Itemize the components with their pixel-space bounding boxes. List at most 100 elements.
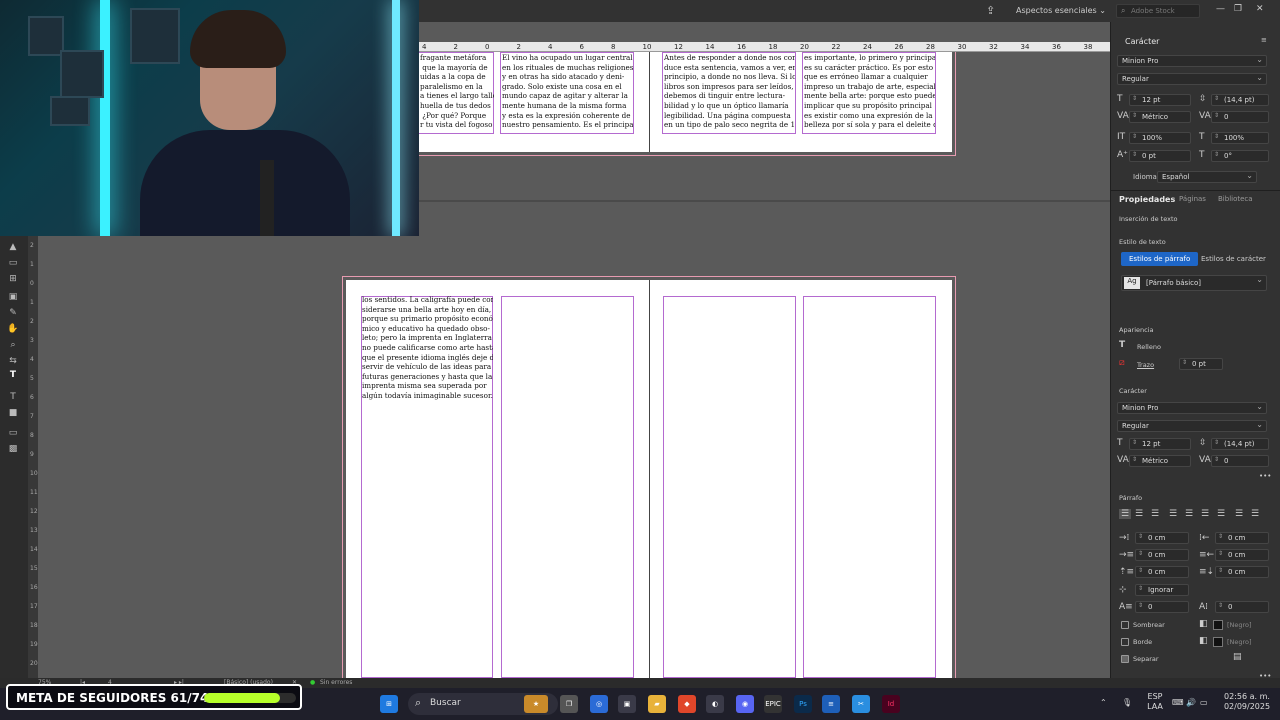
body-text[interactable]: El vino ha ocupado un lugar central en l…: [502, 53, 633, 133]
tab-libraries[interactable]: Biblioteca: [1218, 195, 1253, 203]
tray-overflow-icon[interactable]: ⌃: [1100, 698, 1107, 708]
font-family-select[interactable]: Minion Pro: [1117, 402, 1267, 414]
first-line-indent-field[interactable]: ⇕ 0 cm: [1135, 549, 1189, 561]
vertical-ruler[interactable]: 2 1 0 1 2 3 4 5 6 7 8 9 10 11 12 13 14 15 16 17 18 19 20: [28, 236, 38, 678]
border-checkbox[interactable]: [1121, 638, 1129, 646]
border-color-value[interactable]: [Negro]: [1227, 638, 1252, 646]
tab-paragraph-styles[interactable]: Estilos de párrafo: [1121, 252, 1199, 266]
network-icon[interactable]: ⌨: [1172, 698, 1184, 708]
clock[interactable]: 02:56 a. m. 02/09/2025: [1222, 692, 1272, 712]
close-icon[interactable]: ✕: [1256, 4, 1264, 14]
stroke-icon[interactable]: ⧄: [1119, 358, 1125, 368]
font-size-field[interactable]: ⇕ 12 pt: [1129, 94, 1191, 106]
notepad-icon[interactable]: ≡: [822, 695, 840, 713]
justify-left-icon[interactable]: ☰: [1169, 509, 1177, 519]
preview-mode-icon[interactable]: ▩: [7, 444, 19, 454]
more-options-icon[interactable]: •••: [1259, 472, 1271, 480]
leading-field[interactable]: ⇕ (14,4 pt): [1211, 94, 1269, 106]
file-explorer-icon[interactable]: ▰: [648, 695, 666, 713]
body-text[interactable]: Antes de responder a donde nos con- duce…: [664, 53, 795, 133]
minimize-icon[interactable]: —: [1216, 4, 1225, 14]
store-icon[interactable]: ▣: [618, 695, 636, 713]
hand-tool-icon[interactable]: ✋: [7, 324, 19, 334]
text-frame[interactable]: [663, 296, 796, 678]
gap-tool-icon[interactable]: ⊞: [7, 274, 19, 284]
selection-tool-icon[interactable]: ▲: [7, 242, 19, 252]
workspace-switcher[interactable]: Aspectos esenciales ⌄: [1016, 6, 1106, 15]
stroke-weight-field[interactable]: ⇕ 0 pt: [1179, 358, 1223, 370]
last-line-indent-field[interactable]: ⇕ 0 cm: [1215, 549, 1269, 561]
more-options-icon[interactable]: •••: [1259, 672, 1271, 680]
space-before-field[interactable]: ⇕ 0 cm: [1135, 566, 1189, 578]
pen-tool-icon[interactable]: ✎: [7, 308, 19, 318]
volume-icon[interactable]: 🔊: [1186, 698, 1196, 708]
shading-color-swatch[interactable]: [1213, 620, 1223, 630]
justify-right-icon[interactable]: ☰: [1201, 509, 1209, 519]
tab-pages[interactable]: Páginas: [1179, 195, 1206, 203]
preflight-status[interactable]: Sin errores: [320, 679, 352, 686]
copilot-icon[interactable]: ◎: [590, 695, 608, 713]
justify-center-icon[interactable]: ☰: [1185, 509, 1193, 519]
body-text[interactable]: fragante metáfora que la mayoría de uida…: [420, 53, 494, 133]
drop-cap-lines-field[interactable]: ⇕ 0: [1135, 601, 1189, 613]
align-left-icon[interactable]: ☰: [1119, 509, 1132, 519]
browser-icon[interactable]: ◐: [706, 695, 724, 713]
kerning-field[interactable]: ⇕ Métrico: [1129, 111, 1191, 123]
zoom-tool-icon[interactable]: ⌕: [7, 340, 19, 350]
split-settings-icon[interactable]: ▤: [1233, 652, 1242, 662]
justify-all-icon[interactable]: ☰: [1217, 509, 1225, 519]
photoshop-icon[interactable]: Ps: [794, 695, 812, 713]
grid-align-select[interactable]: ⇕ Ignorar: [1135, 584, 1189, 596]
align-away-spine-icon[interactable]: ☰: [1251, 509, 1259, 519]
screen-mode-icon[interactable]: ▭: [7, 428, 19, 438]
fill-stroke-icon[interactable]: T: [7, 370, 19, 380]
tab-character-styles[interactable]: Estilos de carácter: [1201, 255, 1266, 263]
align-spine-icon[interactable]: ☰: [1235, 509, 1243, 519]
split-checkbox[interactable]: [1121, 655, 1129, 663]
drop-cap-chars-field[interactable]: ⇕ 0: [1215, 601, 1269, 613]
baseline-shift-field[interactable]: ⇕ 0 pt: [1129, 150, 1191, 162]
tab-properties[interactable]: Propiedades: [1119, 195, 1175, 204]
align-right-icon[interactable]: ☰: [1151, 509, 1159, 519]
page-tool-icon[interactable]: ▭: [7, 258, 19, 268]
font-style-select[interactable]: Regular: [1117, 420, 1267, 432]
panel-menu-icon[interactable]: ≡: [1261, 36, 1267, 44]
apply-color-icon[interactable]: T: [7, 392, 19, 402]
text-frame[interactable]: [501, 296, 634, 678]
body-text[interactable]: los sentidos. La caligrafía puede con- s…: [362, 295, 493, 405]
epic-games-icon[interactable]: EPIC: [764, 695, 782, 713]
left-indent-field[interactable]: ⇕ 0 cm: [1135, 532, 1189, 544]
character-panel-title[interactable]: Carácter: [1125, 37, 1159, 46]
discord-icon[interactable]: ◉: [736, 695, 754, 713]
widget-icon[interactable]: ★: [524, 695, 548, 713]
stroke-label[interactable]: Trazo: [1137, 361, 1154, 369]
border-color-swatch[interactable]: [1213, 637, 1223, 647]
skew-field[interactable]: ⇕ 0°: [1211, 150, 1269, 162]
task-view-icon[interactable]: ❐: [560, 695, 578, 713]
language-select[interactable]: Español: [1157, 171, 1257, 183]
shading-settings-icon[interactable]: ◧: [1199, 619, 1208, 629]
font-style-select[interactable]: Regular: [1117, 73, 1267, 85]
swap-colors-icon[interactable]: ⇆: [7, 356, 19, 366]
battery-icon[interactable]: ▭: [1200, 698, 1208, 708]
spread-1[interactable]: fragante metáfora que la mayoría de uida…: [416, 48, 956, 156]
leading-field[interactable]: ⇕ (14,4 pt): [1211, 438, 1269, 450]
fill-icon[interactable]: T: [1119, 340, 1125, 350]
input-language[interactable]: ESP LAA: [1144, 692, 1166, 712]
content-collector-icon[interactable]: ▣: [7, 292, 19, 302]
text-frame[interactable]: [803, 296, 936, 678]
snipping-tool-icon[interactable]: ✂: [852, 695, 870, 713]
space-after-field[interactable]: ⇕ 0 cm: [1215, 566, 1269, 578]
border-settings-icon[interactable]: ◧: [1199, 636, 1208, 646]
font-family-select[interactable]: Minion Pro: [1117, 55, 1267, 67]
tracking-field[interactable]: ⇕ 0: [1211, 455, 1269, 467]
adobe-stock-search[interactable]: ⌕ Adobe Stock: [1116, 4, 1200, 18]
right-indent-field[interactable]: ⇕ 0 cm: [1215, 532, 1269, 544]
microphone-icon[interactable]: 🎙: [1122, 698, 1132, 708]
align-center-icon[interactable]: ☰: [1135, 509, 1143, 519]
vertical-scale-field[interactable]: ⇕ 100%: [1129, 132, 1191, 144]
shading-color-value[interactable]: [Negro]: [1227, 621, 1252, 629]
brave-icon[interactable]: ◆: [678, 695, 696, 713]
shading-checkbox[interactable]: [1121, 621, 1129, 629]
font-size-field[interactable]: ⇕ 12 pt: [1129, 438, 1191, 450]
